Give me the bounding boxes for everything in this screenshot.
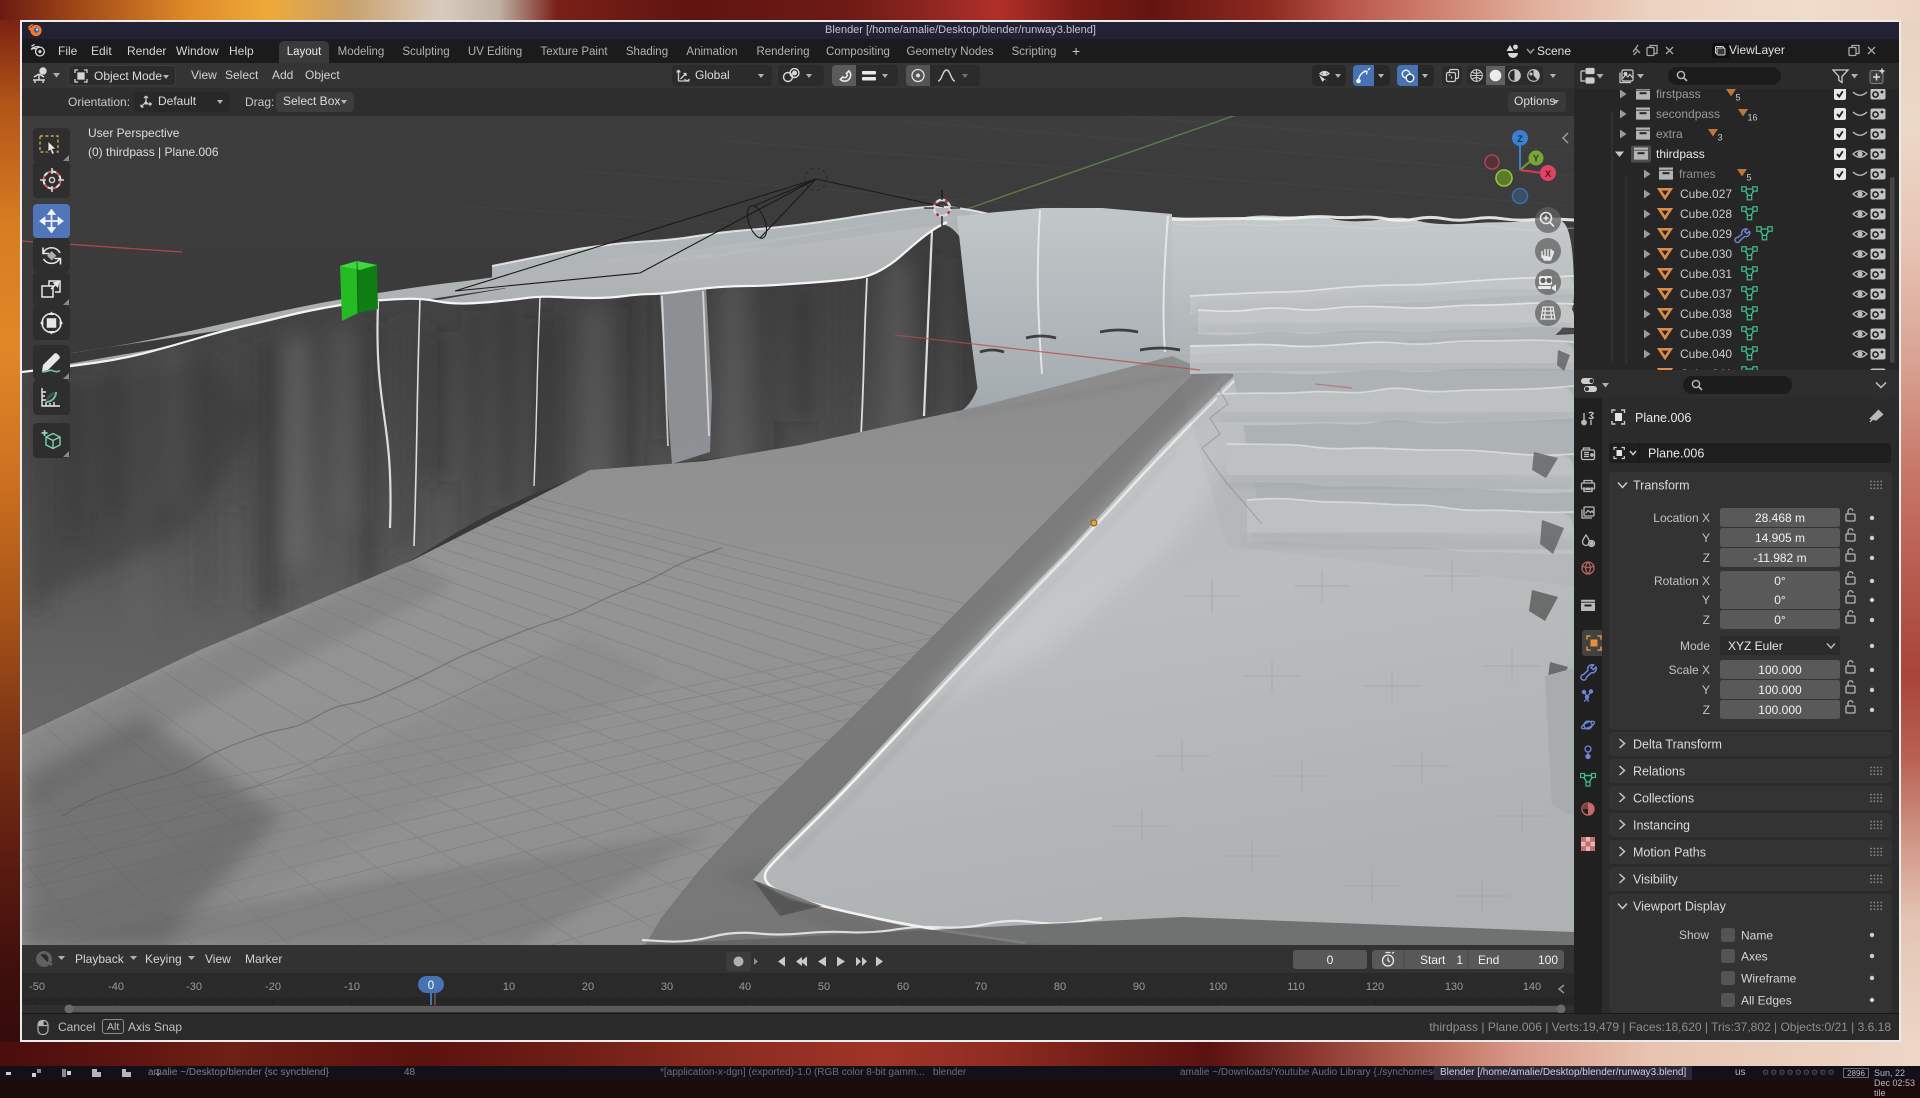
svg-text:60: 60 [897,981,909,993]
svg-text:Show: Show [1679,928,1709,942]
svg-text:30: 30 [661,981,673,993]
svg-text:thirdpass: thirdpass [1656,147,1705,161]
svg-text:0: 0 [1327,953,1334,967]
svg-text:Z: Z [1703,551,1710,565]
svg-text:10: 10 [503,981,515,993]
svg-text:Name: Name [1741,929,1773,943]
svg-text:extra: extra [1656,127,1683,141]
svg-text:-30: -30 [186,981,202,993]
svg-text:Playback: Playback [75,952,125,966]
svg-text:100.000: 100.000 [1758,663,1802,677]
svg-text:Y: Y [1702,531,1710,545]
svg-text:50: 50 [818,981,830,993]
svg-text:28.468 m: 28.468 m [1755,511,1805,525]
svg-text:40: 40 [739,981,751,993]
svg-text:20: 20 [582,981,594,993]
svg-text:frames: frames [1679,167,1716,181]
svg-text:Relations: Relations [1633,765,1685,779]
svg-text:Keying: Keying [145,952,182,966]
svg-text:Visibility: Visibility [1633,873,1679,887]
svg-text:90: 90 [1133,981,1145,993]
svg-text:Cube.039: Cube.039 [1680,327,1732,341]
svg-text:Rotation X: Rotation X [1654,574,1710,588]
svg-text:100: 100 [1209,981,1227,993]
svg-text:View: View [205,952,231,966]
svg-text:Cube.030: Cube.030 [1680,247,1732,261]
svg-text:Y: Y [1702,683,1710,697]
svg-text:Z: Z [1703,703,1710,717]
svg-text:0: 0 [428,980,434,992]
svg-text:0°: 0° [1774,613,1786,627]
svg-text:Y: Y [1702,593,1710,607]
svg-text:Cube.037: Cube.037 [1680,287,1732,301]
svg-text:5: 5 [1747,173,1752,183]
svg-text:Transform: Transform [1633,479,1690,493]
svg-text:Plane.006: Plane.006 [1648,447,1704,461]
svg-text:Start: Start [1420,953,1446,967]
svg-text:Cube.040: Cube.040 [1680,347,1732,361]
svg-text:-20: -20 [265,981,281,993]
svg-text:Cube.041: Cube.041 [1680,367,1732,370]
svg-text:XYZ Euler: XYZ Euler [1728,639,1783,653]
svg-text:Instancing: Instancing [1633,819,1690,833]
svg-text:Plane.006: Plane.006 [1635,411,1691,425]
svg-text:120: 120 [1366,981,1384,993]
svg-text:Cube.029: Cube.029 [1680,227,1732,241]
svg-text:0°: 0° [1774,593,1786,607]
svg-text:100: 100 [1538,953,1558,967]
svg-text:(0) thirdpass | Plane.006: (0) thirdpass | Plane.006 [88,145,219,159]
svg-text:Motion Paths: Motion Paths [1633,846,1706,860]
svg-text:16: 16 [1748,113,1758,123]
svg-text:5: 5 [1736,93,1741,103]
svg-text:Cube.028: Cube.028 [1680,207,1732,221]
svg-text:secondpass: secondpass [1656,107,1720,121]
svg-text:100.000: 100.000 [1758,703,1802,717]
svg-text:All Edges: All Edges [1741,994,1792,1008]
svg-text:Delta Transform: Delta Transform [1633,738,1722,752]
svg-text:Scale X: Scale X [1669,663,1710,677]
svg-text:Wireframe: Wireframe [1741,972,1797,986]
svg-text:Mode: Mode [1680,639,1710,653]
svg-text:firstpass: firstpass [1656,87,1701,101]
svg-text:-50: -50 [29,981,45,993]
svg-text:Z: Z [1703,613,1710,627]
svg-text:Axes: Axes [1741,950,1768,964]
svg-text:130: 130 [1445,981,1463,993]
svg-text:Cube.031: Cube.031 [1680,267,1732,281]
svg-text:100.000: 100.000 [1758,683,1802,697]
svg-text:-11.982 m: -11.982 m [1753,551,1806,565]
svg-text:Viewport Display: Viewport Display [1633,900,1727,914]
svg-text:Z: Z [1517,134,1523,145]
svg-text:Collections: Collections [1633,792,1694,806]
svg-text:1: 1 [1456,953,1463,967]
svg-text:0°: 0° [1774,574,1786,588]
svg-text:3: 3 [1718,133,1723,143]
svg-text:X: X [1545,169,1552,180]
svg-text:110: 110 [1287,981,1305,993]
svg-text:Location X: Location X [1653,511,1710,525]
svg-text:Y: Y [1533,154,1539,164]
svg-text:140: 140 [1523,981,1541,993]
svg-text:Marker: Marker [245,952,282,966]
svg-text:14.905 m: 14.905 m [1755,531,1805,545]
svg-text:Cube.027: Cube.027 [1680,187,1732,201]
svg-text:70: 70 [975,981,987,993]
svg-text:Cube.038: Cube.038 [1680,307,1732,321]
svg-text:End: End [1478,953,1499,967]
svg-text:User Perspective: User Perspective [88,126,180,140]
svg-text:-40: -40 [108,981,124,993]
svg-text:80: 80 [1054,981,1066,993]
svg-text:-10: -10 [344,981,360,993]
